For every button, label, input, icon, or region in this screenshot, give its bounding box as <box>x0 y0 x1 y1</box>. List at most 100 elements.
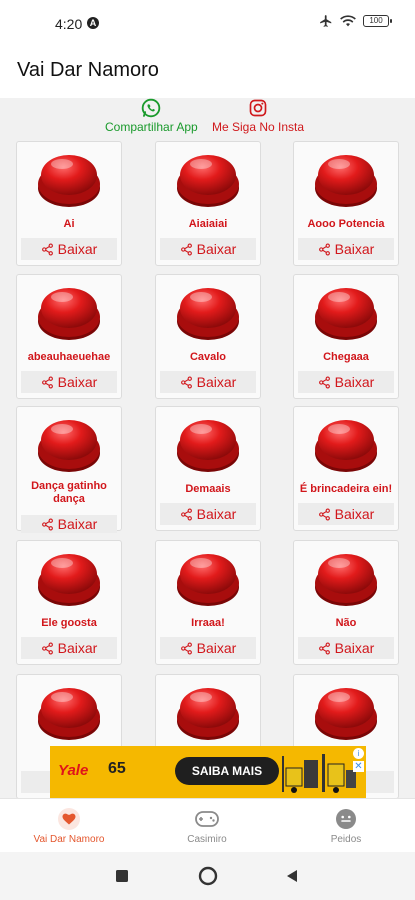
download-button[interactable]: Baixar <box>298 371 394 393</box>
sound-card: Ai Baixar <box>16 141 122 266</box>
download-label: Baixar <box>57 516 98 532</box>
sound-card: Demaais Baixar <box>155 406 261 531</box>
download-button[interactable]: Baixar <box>160 371 256 393</box>
download-button[interactable]: Baixar <box>160 637 256 659</box>
play-sound-button[interactable] <box>36 413 102 475</box>
play-sound-button[interactable] <box>36 681 102 743</box>
play-sound-button[interactable] <box>313 547 379 609</box>
share-icon <box>180 642 192 654</box>
download-label: Baixar <box>334 374 375 390</box>
share-app-label: Compartilhar App <box>105 120 198 134</box>
red-button-icon <box>177 288 239 340</box>
red-button-icon <box>38 155 100 207</box>
ad-banner[interactable]: Yale 65 SAIBA MAIS i ✕ <box>50 746 366 798</box>
sound-label: Aooo Potencia <box>307 218 385 230</box>
share-app-link[interactable]: Compartilhar App <box>105 98 198 134</box>
wifi-icon <box>340 15 356 27</box>
ad-info-icon[interactable]: i <box>353 748 364 759</box>
play-sound-button[interactable] <box>313 281 379 343</box>
download-label: Baixar <box>334 506 375 522</box>
whatsapp-icon <box>142 98 161 118</box>
sound-label: abeauhaeuehae <box>27 351 111 363</box>
home-icon[interactable] <box>198 866 218 886</box>
back-icon[interactable] <box>284 868 300 884</box>
nav-label: Vai Dar Namoro <box>33 834 105 845</box>
download-label: Baixar <box>196 506 237 522</box>
red-button-icon <box>177 688 239 740</box>
sound-label: É brincadeira ein! <box>299 483 393 495</box>
sound-card: É brincadeira ein! Baixar <box>293 406 399 531</box>
download-button[interactable]: Baixar <box>298 637 394 659</box>
sound-label: Irraaa! <box>191 617 225 629</box>
download-button[interactable]: Baixar <box>21 238 117 260</box>
sound-label: Ele goosta <box>41 617 97 629</box>
sound-label: Chegaaa <box>323 351 369 363</box>
nav-item-casimiro[interactable]: Casimiro <box>138 799 276 853</box>
download-label: Baixar <box>57 241 98 257</box>
share-icon <box>180 376 192 388</box>
airplane-icon <box>320 15 332 27</box>
sound-card: Ele goosta Baixar <box>16 540 122 665</box>
red-button-icon <box>315 155 377 207</box>
ad-brand-logo: Yale <box>58 762 89 779</box>
download-button[interactable]: Baixar <box>21 515 117 533</box>
nav-item-vai-dar-namoro[interactable]: Vai Dar Namoro <box>0 799 138 853</box>
red-button-icon <box>38 420 100 472</box>
sound-card: Dança gatinho dança Baixar <box>16 406 122 533</box>
play-sound-button[interactable] <box>175 547 241 609</box>
share-row: Compartilhar App Me Siga No Insta <box>0 98 415 140</box>
share-icon <box>318 243 330 255</box>
sound-card: Chegaaa Baixar <box>293 274 399 399</box>
red-button-icon <box>38 288 100 340</box>
play-sound-button[interactable] <box>313 413 379 475</box>
play-sound-button[interactable] <box>175 413 241 475</box>
sound-label: Cavalo <box>189 351 227 363</box>
download-button[interactable]: Baixar <box>21 637 117 659</box>
sound-card: Cavalo Baixar <box>155 274 261 399</box>
download-label: Baixar <box>196 640 237 656</box>
download-button[interactable]: Baixar <box>298 238 394 260</box>
download-label: Baixar <box>57 640 98 656</box>
share-icon <box>318 376 330 388</box>
share-icon <box>318 642 330 654</box>
play-sound-button[interactable] <box>36 547 102 609</box>
page-title: Vai Dar Namoro <box>17 59 159 81</box>
sound-card: Aiaiaiai Baixar <box>155 141 261 266</box>
red-button-icon <box>177 554 239 606</box>
notification-a-icon: A <box>87 17 99 29</box>
instagram-icon <box>249 99 267 117</box>
download-label: Baixar <box>196 241 237 257</box>
download-button[interactable]: Baixar <box>160 238 256 260</box>
download-button[interactable]: Baixar <box>21 371 117 393</box>
app-bar: Vai Dar Namoro <box>0 46 415 98</box>
nav-label: Casimiro <box>187 834 227 845</box>
nav-item-peidos[interactable]: Peidos <box>277 799 415 853</box>
status-time: 4:20 <box>55 16 83 32</box>
play-sound-button[interactable] <box>36 148 102 210</box>
play-sound-button[interactable] <box>313 148 379 210</box>
ad-cta-button[interactable]: SAIBA MAIS <box>175 757 279 785</box>
heart-icon <box>57 807 81 831</box>
download-label: Baixar <box>57 374 98 390</box>
play-sound-button[interactable] <box>175 148 241 210</box>
share-icon <box>180 508 192 520</box>
ad-anniversary-badge: 65 <box>108 760 126 777</box>
sound-card: Aooo Potencia Baixar <box>293 141 399 266</box>
share-icon <box>41 243 53 255</box>
play-sound-button[interactable] <box>175 281 241 343</box>
sound-card: abeauhaeuehae Baixar <box>16 274 122 399</box>
download-button[interactable]: Baixar <box>160 503 256 525</box>
play-sound-button[interactable] <box>175 681 241 743</box>
recents-icon[interactable] <box>114 868 130 884</box>
play-sound-button[interactable] <box>36 281 102 343</box>
system-nav-bar <box>0 852 415 900</box>
status-icons: 100 <box>319 14 392 28</box>
red-button-icon <box>315 688 377 740</box>
download-button[interactable]: Baixar <box>298 503 394 525</box>
sound-label: Não <box>335 617 357 629</box>
main-content: Compartilhar App Me Siga No Insta Ai Baix… <box>0 98 415 798</box>
ad-close-icon[interactable]: ✕ <box>353 761 364 772</box>
instagram-link[interactable]: Me Siga No Insta <box>212 98 304 134</box>
play-sound-button[interactable] <box>313 681 379 743</box>
download-label: Baixar <box>334 241 375 257</box>
